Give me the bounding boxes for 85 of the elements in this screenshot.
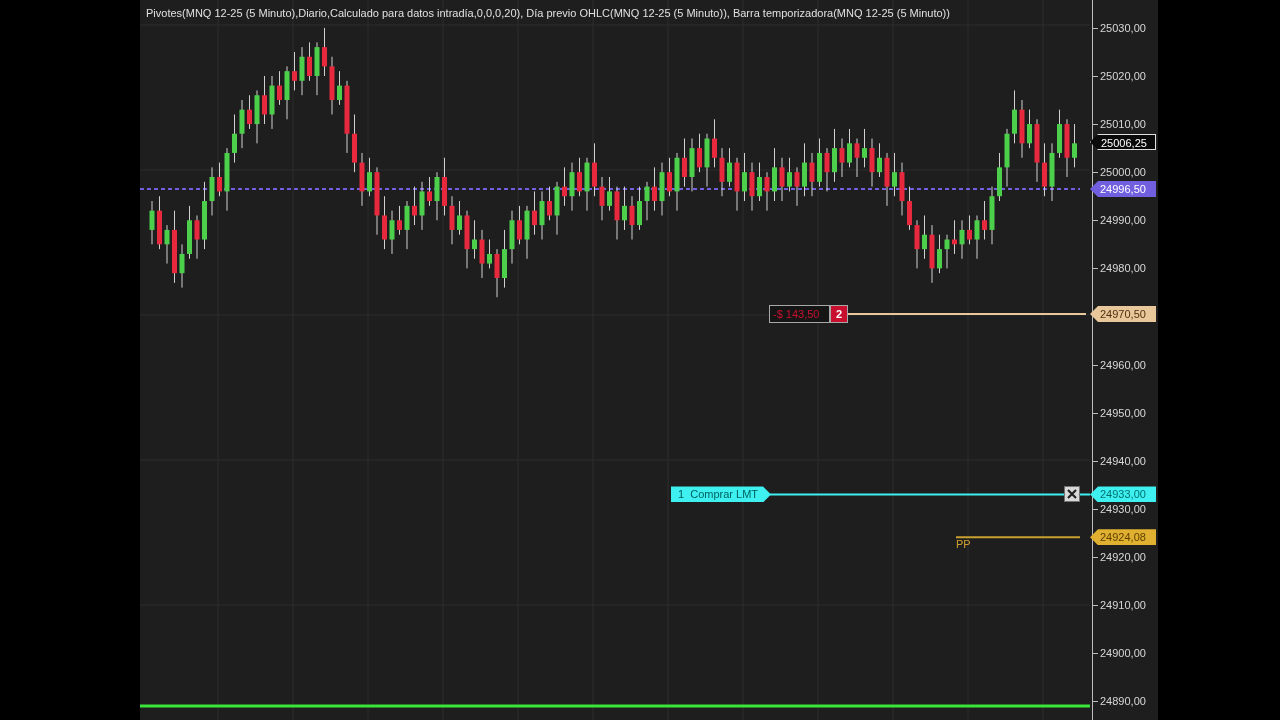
close-icon[interactable] <box>1064 486 1080 503</box>
candlestick <box>547 186 552 221</box>
price-axis-label: 25020,00 <box>1100 70 1146 82</box>
candlestick <box>742 152 747 202</box>
candlestick <box>959 219 965 260</box>
chart-legend: Pivotes(MNQ 12-25 (5 Minuto),Diario,Calculado para datos intradía,0,0,0,20), Día previo OHLC(MNQ 12-25 (5 Minuto)), Barra temporizadora(MNQ 12-25 (5 Minuto)) <box>146 5 950 22</box>
candlestick <box>397 205 402 236</box>
candlestick <box>1027 109 1032 149</box>
quantity-label: 2 <box>830 305 848 324</box>
candlestick <box>164 224 170 265</box>
candlestick <box>562 166 567 207</box>
candlestick <box>644 181 650 221</box>
candlestick <box>262 75 267 125</box>
candlestick <box>727 147 732 188</box>
candlestick <box>322 27 327 77</box>
candlestick <box>629 195 635 241</box>
candlestick <box>149 200 155 245</box>
price-tag: 24924,08 <box>1090 529 1156 546</box>
candlestick <box>307 41 312 82</box>
candlestick <box>487 239 492 269</box>
candlestick <box>682 138 687 188</box>
candlestick <box>862 128 867 168</box>
price-axis-label: 24940,00 <box>1100 454 1146 467</box>
order-label[interactable]: 1 Comprar LMT <box>671 486 771 503</box>
price-tag: 24933,00 <box>1090 486 1156 503</box>
candlestick <box>607 176 612 212</box>
price-axis-label: 25000,00 <box>1100 166 1146 179</box>
candlestick <box>794 166 800 207</box>
candlestick <box>967 214 972 245</box>
candlestick <box>367 157 372 197</box>
candlestick <box>937 234 942 274</box>
price-axis-label: 25030,00 <box>1100 21 1146 34</box>
candlestick <box>292 51 297 91</box>
candlestick <box>974 214 980 260</box>
candlestick <box>577 157 582 197</box>
price-axis-label: 24930,00 <box>1100 502 1146 515</box>
price-axis-label: 24960,00 <box>1100 358 1146 371</box>
candlestick <box>622 186 627 231</box>
candlestick <box>277 70 282 106</box>
candlestick <box>779 157 785 202</box>
candlestick <box>787 157 792 192</box>
candlestick <box>944 234 950 269</box>
candlestick <box>389 210 395 255</box>
price-tag: 24996,50 <box>1090 181 1156 197</box>
candlestick <box>412 186 417 226</box>
candlestick <box>517 205 522 245</box>
candlestick <box>247 94 252 130</box>
candlestick <box>847 128 852 168</box>
price-axis-label: 24920,00 <box>1100 550 1146 563</box>
candlestick <box>839 138 845 178</box>
candlestick <box>667 157 672 197</box>
price-tag: 25006,25 <box>1090 134 1156 151</box>
price-axis-label: 25010,00 <box>1100 118 1146 131</box>
candlestick <box>457 200 462 236</box>
candlestick <box>1072 123 1077 168</box>
candlestick <box>652 166 657 212</box>
candlestick <box>194 214 200 260</box>
price-axis-label: 24900,00 <box>1100 647 1146 660</box>
price-tag: 24970,50 <box>1090 306 1156 323</box>
profit-loss-label: -$ 143,50 <box>769 305 830 324</box>
candlestick <box>757 162 762 202</box>
candlestick <box>337 70 342 106</box>
candlestick <box>824 147 830 192</box>
candlestick <box>599 176 605 221</box>
candlestick <box>854 138 860 178</box>
candlestick <box>877 142 882 178</box>
price-axis-label: 24980,00 <box>1100 262 1146 275</box>
candlestick <box>712 118 717 168</box>
price-axis-label: 24890,00 <box>1100 695 1146 708</box>
candlestick <box>179 243 185 289</box>
price-axis-label: 24910,00 <box>1100 599 1146 612</box>
candlestick <box>922 214 927 260</box>
candlestick <box>232 113 237 164</box>
candlestick <box>809 152 815 197</box>
candlestick <box>697 133 702 173</box>
candlestick <box>892 152 897 197</box>
price-axis-label: 24990,00 <box>1100 214 1146 227</box>
price-axis-label: 24950,00 <box>1100 406 1146 419</box>
candlestick <box>427 176 432 207</box>
candlestick <box>764 171 770 212</box>
pivot-label: PP <box>956 538 971 551</box>
candlestick <box>982 200 987 241</box>
candlestick <box>217 162 222 197</box>
candlestick <box>472 219 477 260</box>
candlestick <box>532 190 537 236</box>
